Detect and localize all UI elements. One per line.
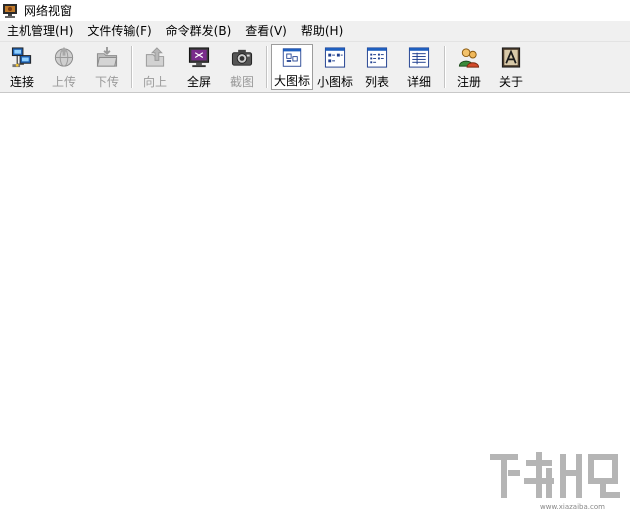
menu-view[interactable]: 查看(V) bbox=[238, 21, 294, 41]
download-button[interactable]: 下传 bbox=[88, 44, 126, 90]
title-bar: 网络视窗 bbox=[0, 0, 630, 21]
large-icons-view-icon bbox=[282, 48, 302, 67]
toolbar-separator bbox=[131, 46, 133, 88]
upload-globe-icon bbox=[54, 46, 74, 67]
download-folder-icon bbox=[96, 46, 118, 67]
network-computers-icon bbox=[11, 47, 32, 68]
watermark-logo bbox=[490, 452, 620, 498]
fullscreen-label: 全屏 bbox=[186, 75, 211, 89]
toolbar: 连接 上传 下传 向上 全屏 截图 大图标 小图标 列表 详细 注册 关于 bbox=[0, 42, 630, 93]
menu-file-transfer[interactable]: 文件传输(F) bbox=[80, 21, 158, 41]
menu-host-management[interactable]: 主机管理(H) bbox=[0, 21, 80, 41]
app-monitor-icon bbox=[2, 3, 18, 19]
about-button[interactable]: 关于 bbox=[492, 44, 530, 90]
large-icons-button[interactable]: 大图标 bbox=[271, 44, 313, 90]
register-label: 注册 bbox=[456, 75, 481, 89]
watermark-url: www.xiazaiba.com bbox=[540, 503, 605, 511]
connect-label: 连接 bbox=[9, 75, 34, 89]
up-folder-icon bbox=[145, 47, 165, 67]
toolbar-separator bbox=[444, 46, 446, 88]
screenshot-button[interactable]: 截图 bbox=[222, 44, 262, 90]
menu-help[interactable]: 帮助(H) bbox=[294, 21, 350, 41]
list-view-icon bbox=[366, 47, 388, 68]
window-title: 网络视窗 bbox=[24, 4, 73, 18]
list-view-button[interactable]: 列表 bbox=[358, 44, 396, 90]
fullscreen-monitor-icon bbox=[188, 47, 210, 68]
upload-button[interactable]: 上传 bbox=[45, 44, 83, 90]
menu-bar: 主机管理(H) 文件传输(F) 命令群发(B) 查看(V) 帮助(H) bbox=[0, 21, 630, 42]
about-book-icon bbox=[501, 47, 521, 68]
large-icons-label: 大图标 bbox=[273, 74, 310, 88]
register-button[interactable]: 注册 bbox=[449, 44, 489, 90]
small-icons-view-icon bbox=[324, 47, 346, 68]
up-button[interactable]: 向上 bbox=[136, 44, 174, 90]
upload-label: 上传 bbox=[51, 75, 76, 89]
camera-icon bbox=[231, 49, 253, 66]
connect-button[interactable]: 连接 bbox=[3, 44, 41, 90]
screenshot-label: 截图 bbox=[229, 75, 254, 89]
details-view-button[interactable]: 详细 bbox=[400, 44, 438, 90]
download-label: 下传 bbox=[94, 75, 119, 89]
menu-batch-command[interactable]: 命令群发(B) bbox=[159, 21, 239, 41]
users-register-icon bbox=[458, 48, 480, 68]
small-icons-button[interactable]: 小图标 bbox=[315, 44, 355, 90]
about-label: 关于 bbox=[498, 75, 523, 89]
toolbar-separator bbox=[266, 46, 268, 88]
list-view-label: 列表 bbox=[364, 75, 389, 89]
up-label: 向上 bbox=[142, 75, 167, 89]
details-view-icon bbox=[408, 47, 430, 68]
details-view-label: 详细 bbox=[406, 75, 431, 89]
small-icons-label: 小图标 bbox=[316, 75, 353, 89]
fullscreen-button[interactable]: 全屏 bbox=[179, 44, 219, 90]
